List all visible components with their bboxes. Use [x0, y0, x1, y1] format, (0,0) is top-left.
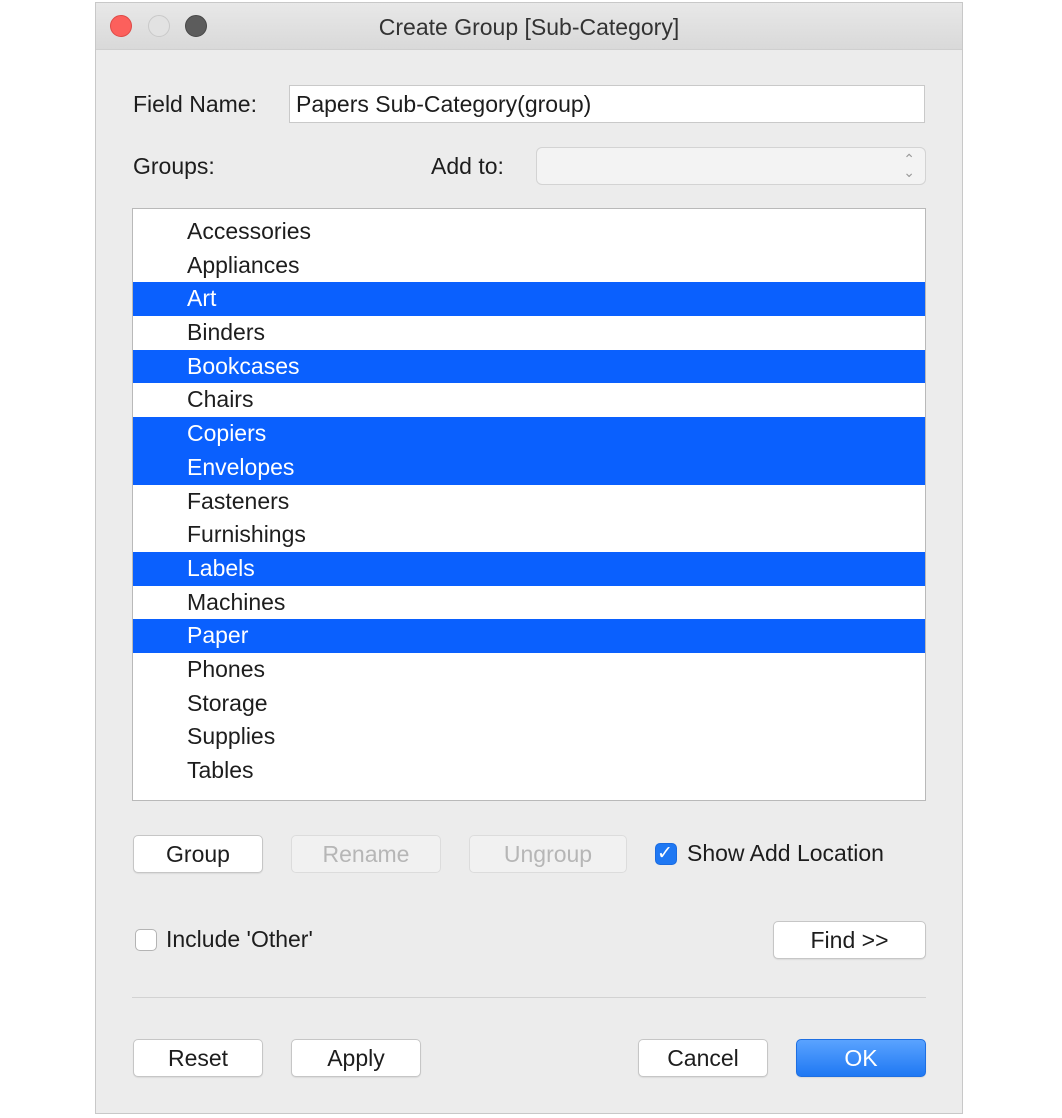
- group-button[interactable]: Group: [133, 835, 263, 873]
- list-item[interactable]: Supplies: [133, 720, 925, 754]
- ungroup-button[interactable]: Ungroup: [469, 835, 627, 873]
- groups-label: Groups:: [133, 153, 215, 179]
- list-item[interactable]: Bookcases: [133, 349, 925, 384]
- include-other-label: Include 'Other': [166, 926, 313, 952]
- list-item[interactable]: Art: [133, 282, 925, 317]
- list-item[interactable]: Fasteners: [133, 485, 925, 519]
- find-button[interactable]: Find >>: [773, 921, 926, 959]
- list-item[interactable]: Labels: [133, 551, 925, 586]
- add-to-label: Add to:: [431, 153, 504, 179]
- field-name-label: Field Name:: [133, 91, 257, 117]
- reset-button[interactable]: Reset: [133, 1039, 263, 1077]
- list-item[interactable]: Binders: [133, 316, 925, 350]
- title-bar: Create Group [Sub-Category]: [96, 3, 962, 50]
- checkmark-icon: ✓: [657, 843, 673, 864]
- list-item[interactable]: Envelopes: [133, 450, 925, 485]
- sub-category-list[interactable]: Accessories Appliances Art Binders Bookcases…: [132, 208, 926, 801]
- list-item[interactable]: Paper: [133, 619, 925, 653]
- window-title: Create Group [Sub-Category]: [378, 14, 680, 40]
- list-item[interactable]: Tables: [133, 754, 925, 788]
- list-item[interactable]: Copiers: [133, 417, 925, 451]
- list-item[interactable]: Appliances: [133, 249, 925, 283]
- ok-button[interactable]: OK: [796, 1039, 926, 1077]
- list-item[interactable]: Accessories: [133, 215, 925, 249]
- create-group-dialog: Create Group [Sub-Category] Field Name: …: [95, 2, 963, 1114]
- field-name-input[interactable]: [289, 85, 925, 123]
- list-item[interactable]: Storage: [133, 687, 925, 721]
- add-to-select[interactable]: ⌃ ⌄: [536, 147, 926, 185]
- footer-divider: [132, 997, 926, 998]
- list-item[interactable]: Furnishings: [133, 518, 925, 552]
- list-item[interactable]: Phones: [133, 653, 925, 687]
- updown-chevron-icon: ⌃ ⌄: [903, 151, 915, 180]
- show-add-location-label: Show Add Location: [687, 840, 884, 866]
- cancel-button[interactable]: Cancel: [638, 1039, 768, 1077]
- rename-button[interactable]: Rename: [291, 835, 441, 873]
- list-item[interactable]: Chairs: [133, 383, 925, 417]
- list-item[interactable]: Machines: [133, 586, 925, 620]
- include-other-checkbox[interactable]: [135, 929, 157, 951]
- show-add-location-checkbox[interactable]: ✓: [655, 843, 677, 865]
- apply-button[interactable]: Apply: [291, 1039, 421, 1077]
